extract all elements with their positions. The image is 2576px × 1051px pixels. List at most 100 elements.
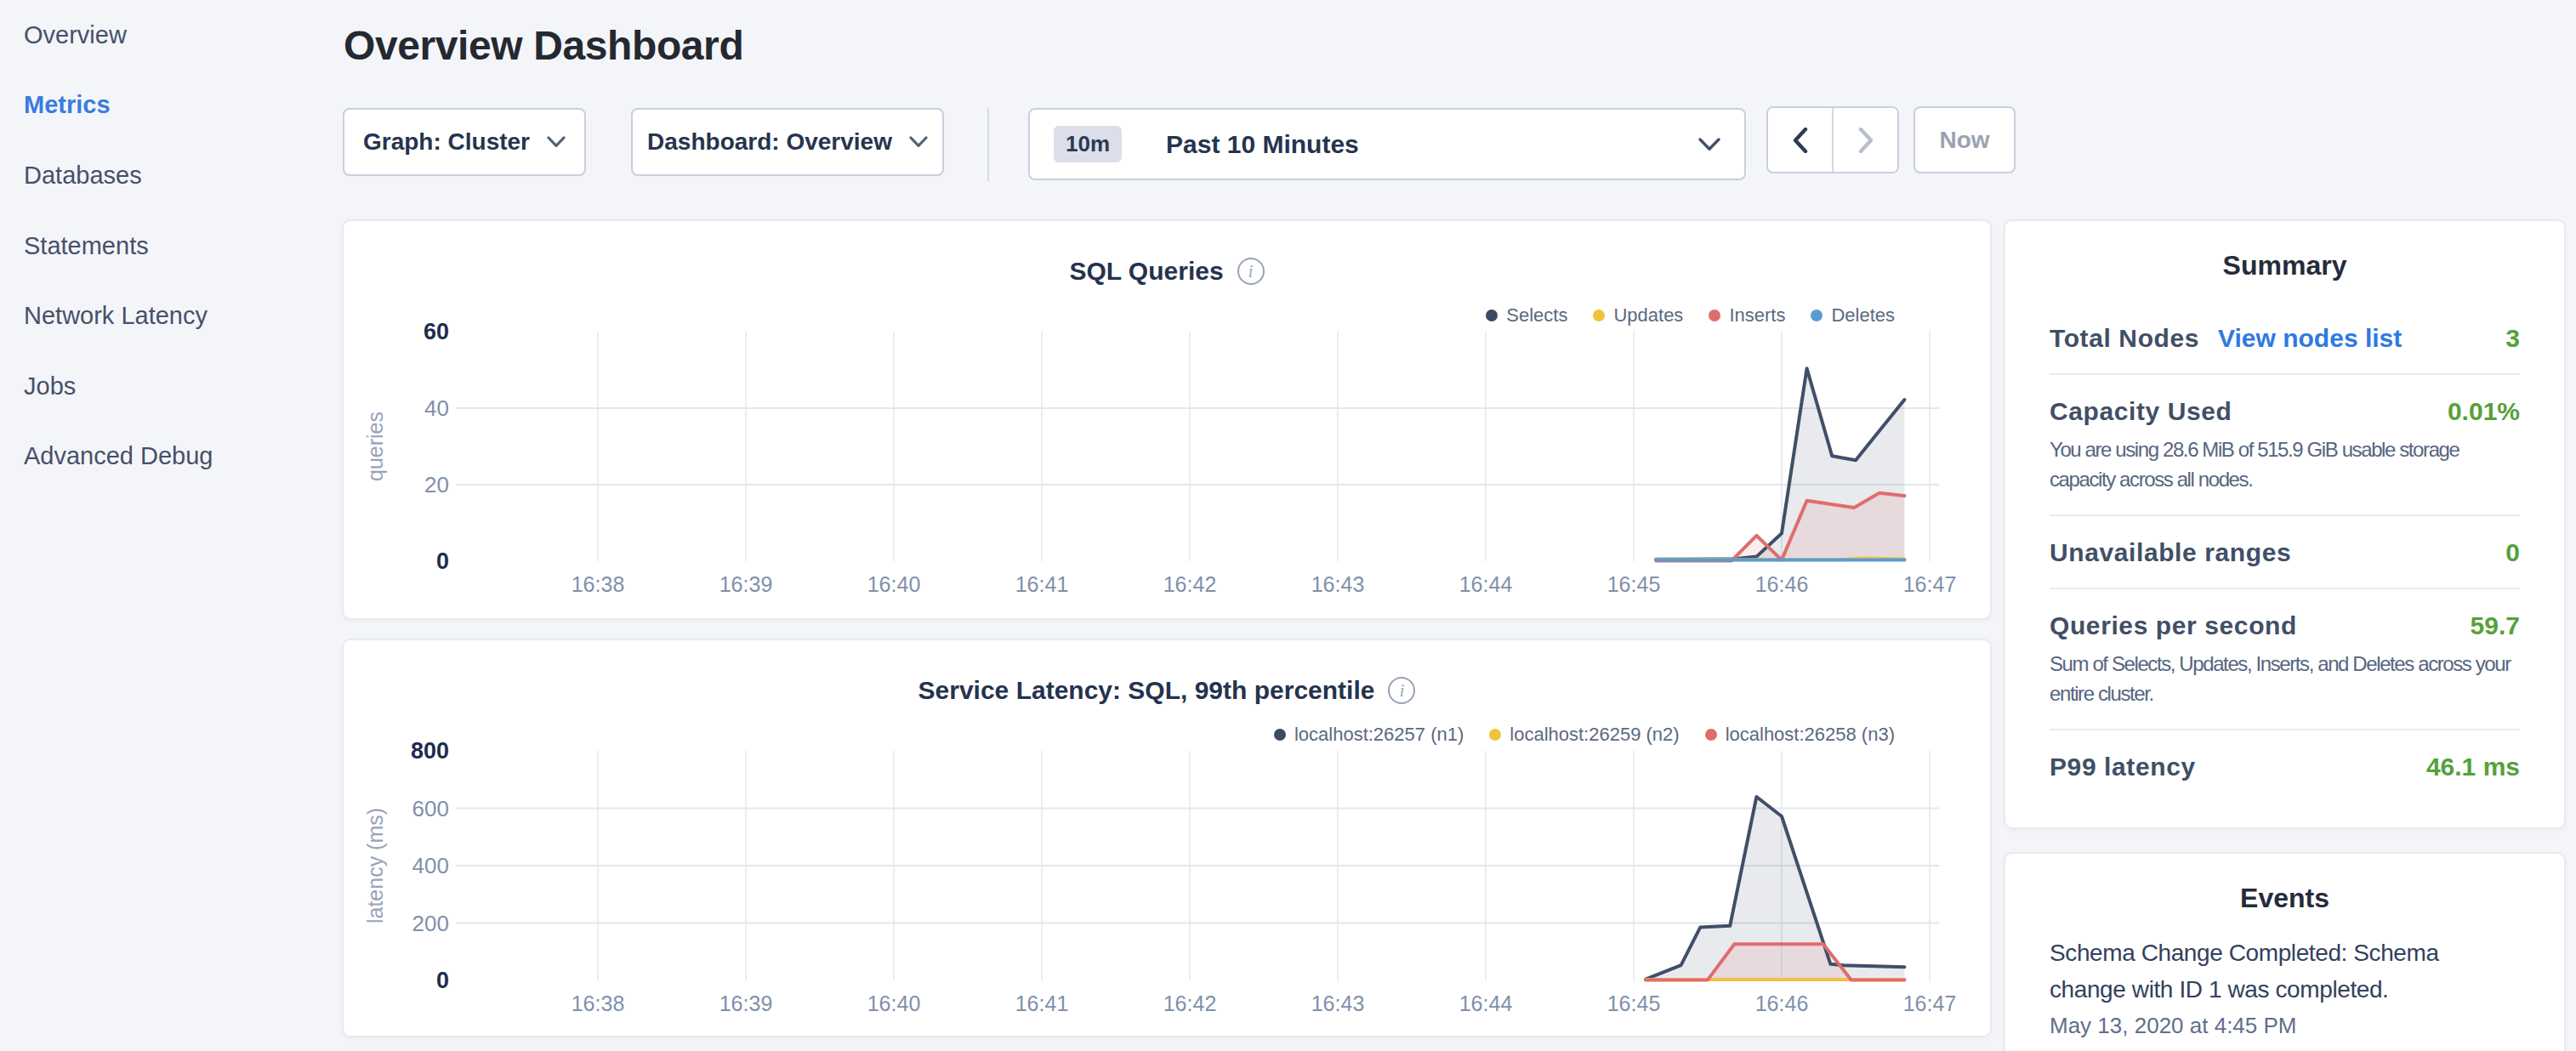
x-axis-tick-label: 16:40 xyxy=(867,572,921,596)
y-axis-tick-label: 40 xyxy=(424,395,449,421)
chart-title: SQL Queries xyxy=(1069,257,1223,286)
x-axis-tick-label: 16:42 xyxy=(1163,991,1217,1015)
x-axis-tick-label: 16:47 xyxy=(1903,991,1957,1015)
summary-row-description: Sum of Selects, Updates, Inserts, and De… xyxy=(2050,649,2520,708)
x-axis-tick-label: 16:42 xyxy=(1163,572,1217,596)
y-axis-label: queries xyxy=(363,412,387,481)
x-axis-tick-label: 16:46 xyxy=(1755,991,1809,1015)
x-axis-tick-label: 16:38 xyxy=(571,991,625,1015)
legend-item[interactable]: localhost:26257 (n1) xyxy=(1274,724,1464,746)
legend-label: Selects xyxy=(1506,304,1567,327)
summary-row-label: Queries per second xyxy=(2050,611,2297,640)
x-axis-tick-label: 16:43 xyxy=(1311,572,1365,596)
app-root: OverviewMetricsDatabasesStatementsNetwor… xyxy=(0,0,2576,1051)
chevron-left-icon xyxy=(1793,128,1808,153)
time-window-badge: 10m xyxy=(1054,126,1122,162)
sidebar-item-metrics[interactable]: Metrics xyxy=(0,71,323,141)
dashboard-dropdown-label: Dashboard: Overview xyxy=(647,128,892,156)
x-axis-tick-label: 16:39 xyxy=(719,572,773,596)
legend-dot xyxy=(1489,729,1501,741)
legend-item[interactable]: Updates xyxy=(1593,304,1683,327)
x-axis-tick-label: 16:46 xyxy=(1755,572,1809,596)
legend-label: Updates xyxy=(1613,304,1683,327)
x-axis-tick-label: 16:45 xyxy=(1607,572,1661,596)
time-back-button[interactable] xyxy=(1768,108,1834,172)
y-axis-tick-label: 0 xyxy=(436,548,449,574)
chevron-down-icon xyxy=(909,136,928,148)
dashboard-dropdown[interactable]: Dashboard: Overview xyxy=(631,108,944,176)
summary-row-label: Unavailable ranges xyxy=(2050,538,2291,567)
event-message: Schema Change Completed: Schema change w… xyxy=(2050,935,2466,1008)
legend-dot xyxy=(1593,310,1605,321)
view-nodes-list-link[interactable]: View nodes list xyxy=(2218,324,2402,353)
chevron-down-icon xyxy=(1698,138,1720,151)
legend-label: localhost:26259 (n2) xyxy=(1510,724,1679,746)
x-axis-tick-label: 16:41 xyxy=(1015,991,1069,1015)
legend-item[interactable]: Inserts xyxy=(1709,304,1785,327)
summary-row: P99 latency 46.1 ms xyxy=(2050,730,2520,802)
chart-title-row: SQL Queries i xyxy=(344,257,1990,286)
event-timestamp: May 13, 2020 at 4:45 PM xyxy=(2050,1013,2520,1039)
sidebar: OverviewMetricsDatabasesStatementsNetwor… xyxy=(0,0,323,1051)
page-title: Overview Dashboard xyxy=(344,22,743,69)
summary-row-value: 3 xyxy=(2505,324,2520,353)
y-axis-tick-label: 20 xyxy=(424,472,449,497)
legend-item[interactable]: Selects xyxy=(1486,304,1567,327)
x-axis-tick-label: 16:45 xyxy=(1607,991,1661,1015)
summary-title: Summary xyxy=(2050,250,2520,281)
legend-label: localhost:26258 (n3) xyxy=(1726,724,1895,746)
chart-panel-sql-queries: 0 20 40 60 16:38 16:39 16:40 16:41 16:42 16:43 16:… xyxy=(342,219,1992,620)
controls-divider xyxy=(987,108,989,181)
x-axis-tick-label: 16:43 xyxy=(1311,991,1365,1015)
events-panel: Events Schema Change Completed: Schema c… xyxy=(2004,852,2566,1051)
time-range-dropdown[interactable]: 10m Past 10 Minutes xyxy=(1028,108,1746,180)
sidebar-item-network-latency[interactable]: Network Latency xyxy=(0,281,323,351)
y-axis-tick-label: 0 xyxy=(436,968,449,993)
x-axis-tick-label: 16:47 xyxy=(1903,572,1957,596)
summary-row-value: 46.1 ms xyxy=(2426,753,2520,781)
legend-item[interactable]: Deletes xyxy=(1811,304,1895,327)
x-axis-tick-label: 16:38 xyxy=(571,572,625,596)
sidebar-item-advanced-debug[interactable]: Advanced Debug xyxy=(0,422,323,492)
now-button[interactable]: Now xyxy=(1914,106,2016,173)
legend-item[interactable]: localhost:26258 (n3) xyxy=(1705,724,1895,746)
events-title: Events xyxy=(2050,883,2520,914)
time-forward-button[interactable] xyxy=(1834,108,1897,172)
y-axis-tick-label: 800 xyxy=(411,738,449,764)
summary-row-label: P99 latency xyxy=(2050,753,2196,781)
legend-label: localhost:26257 (n1) xyxy=(1294,724,1464,746)
y-axis-label: latency (ms) xyxy=(363,808,387,923)
summary-row-value: 59.7 xyxy=(2471,611,2520,640)
chart-title: Service Latency: SQL, 99th percentile xyxy=(918,676,1375,705)
legend-dot xyxy=(1811,310,1823,321)
summary-row-value: 0.01% xyxy=(2448,397,2520,426)
chevron-right-icon xyxy=(1858,128,1874,153)
summary-row: Unavailable ranges0 xyxy=(2050,516,2520,588)
info-icon[interactable]: i xyxy=(1237,258,1265,285)
y-axis-tick-label: 60 xyxy=(424,319,449,344)
chevron-down-icon xyxy=(547,136,566,148)
y-axis-tick-label: 600 xyxy=(412,796,449,821)
y-axis-tick-label: 200 xyxy=(412,911,449,936)
graph-dropdown[interactable]: Graph: Cluster xyxy=(343,108,586,176)
legend-dot xyxy=(1274,729,1286,741)
time-nav-group xyxy=(1766,106,1899,173)
legend-dot xyxy=(1709,310,1720,321)
info-icon[interactable]: i xyxy=(1388,677,1415,704)
summary-panel: Summary Total NodesView nodes list3Capac… xyxy=(2004,219,2566,829)
summary-row-description: You are using 28.6 MiB of 515.9 GiB usab… xyxy=(2050,435,2520,494)
legend-dot xyxy=(1486,310,1498,321)
sidebar-item-jobs[interactable]: Jobs xyxy=(0,351,323,422)
x-axis-tick-label: 16:41 xyxy=(1015,572,1069,596)
time-window-label: Past 10 Minutes xyxy=(1166,130,1359,159)
x-axis-tick-label: 16:44 xyxy=(1459,991,1513,1015)
chart-panel-service-latency: 020040060080016:3816:3916:4016:4116:4216… xyxy=(342,639,1992,1037)
legend-dot xyxy=(1705,729,1717,741)
summary-row: Total NodesView nodes list3 xyxy=(2050,302,2520,373)
sidebar-item-statements[interactable]: Statements xyxy=(0,211,323,281)
chart-legend: localhost:26257 (n1) localhost:26259 (n2)… xyxy=(1274,724,1895,746)
legend-item[interactable]: localhost:26259 (n2) xyxy=(1489,724,1679,746)
sidebar-item-databases[interactable]: Databases xyxy=(0,140,323,211)
legend-label: Inserts xyxy=(1729,304,1785,327)
sidebar-item-overview[interactable]: Overview xyxy=(0,0,323,71)
